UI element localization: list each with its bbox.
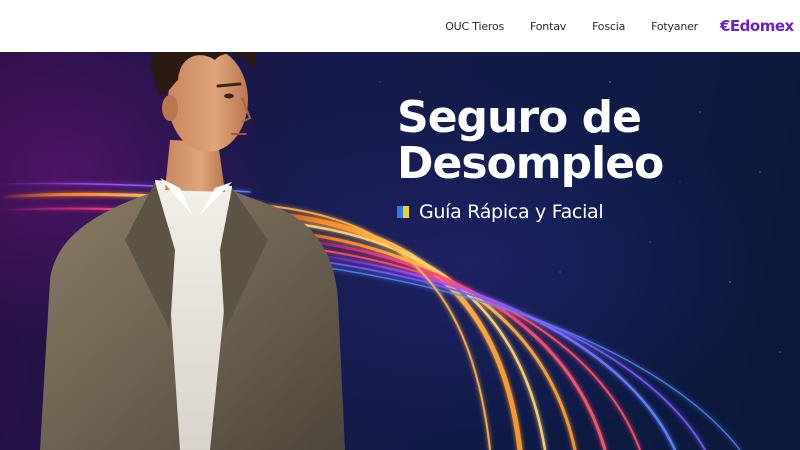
hero-subtitle-text: Guía Rápica y Facial (419, 201, 604, 223)
hero-subtitle: Guía Rápica y Facial (397, 201, 663, 223)
top-navigation-bar: OUC Tieros Fontav Foscia Fotyaner €Edome… (0, 0, 800, 52)
nav-item-4[interactable]: Fotyaner (651, 20, 698, 33)
young-man-in-suit-photo (40, 10, 345, 450)
hero-title-line-2: Desompleo (397, 138, 664, 189)
brand-logo[interactable]: €Edomex (698, 0, 794, 52)
brand-name: €Edomex (720, 17, 794, 35)
nav-item-3[interactable]: Foscia (592, 20, 625, 33)
landing-page: OUC Tieros Fontav Foscia Fotyaner €Edome… (0, 0, 800, 450)
hero-headline: Seguro de Desompleo Guía Rápica y Facial (397, 92, 664, 223)
flag-bullet-icon (397, 206, 409, 218)
main-nav: OUC Tieros Fontav Foscia Fotyaner (445, 0, 698, 52)
nav-item-1[interactable]: OUC Tieros (445, 20, 504, 33)
nav-item-2[interactable]: Fontav (530, 20, 566, 33)
hero-title-line-1: Seguro de (397, 92, 642, 143)
